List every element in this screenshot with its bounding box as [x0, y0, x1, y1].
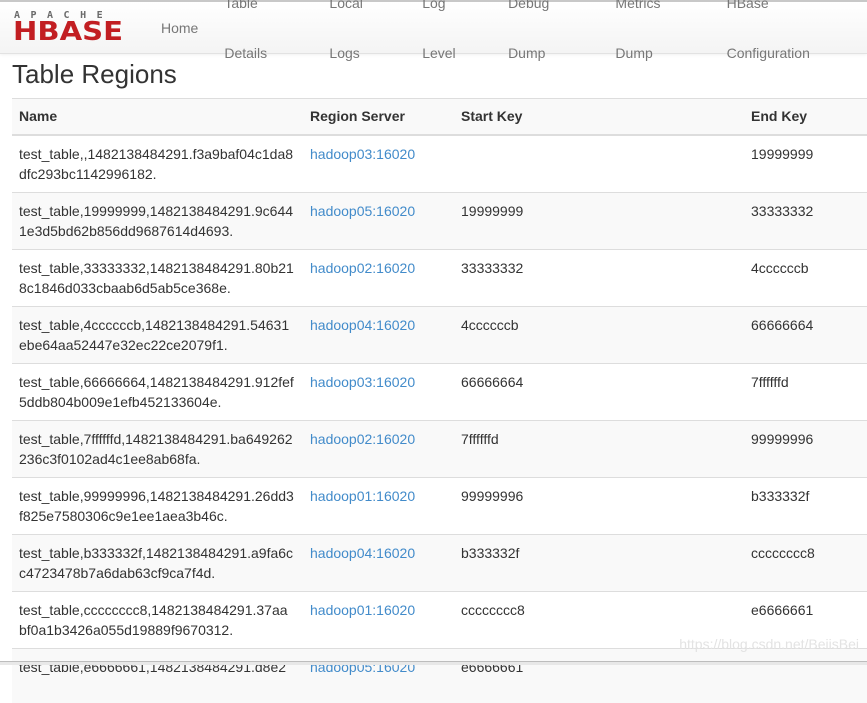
nav-local-logs[interactable]: Local Logs — [316, 0, 409, 78]
nav-log-level[interactable]: Log Level — [409, 0, 495, 78]
table-row: test_table,19999999,1482138484291.9c6441… — [12, 192, 867, 249]
table-row: test_table,,1482138484291.f3a9baf04c1da8… — [12, 135, 867, 193]
table-row: test_table,99999996,1482138484291.26dd3f… — [12, 477, 867, 534]
table-row: test_table,cccccccc8,1482138484291.37aab… — [12, 591, 867, 648]
start-key: 33333332 — [454, 249, 744, 306]
region-server-cell: hadoop05:16020 — [303, 192, 454, 249]
start-key: 99999996 — [454, 477, 744, 534]
end-key: 99999996 — [744, 420, 867, 477]
nav-debug-dump[interactable]: Debug Dump — [495, 0, 602, 78]
region-server-link[interactable]: hadoop05:16020 — [310, 203, 415, 219]
end-key: cccccccc8 — [744, 534, 867, 591]
end-key: 4ccccccb — [744, 249, 867, 306]
end-key: 33333332 — [744, 192, 867, 249]
nav-metrics-dump[interactable]: Metrics Dump — [602, 0, 713, 78]
region-server-link[interactable]: hadoop01:16020 — [310, 602, 415, 618]
region-name: test_table,cccccccc8,1482138484291.37aab… — [12, 591, 303, 648]
table-header-row: Name Region Server Start Key End Key — [12, 99, 867, 135]
start-key — [454, 135, 744, 193]
nav-menu: Home Table Details Local Logs Log Level … — [148, 2, 867, 54]
region-server-cell: hadoop01:16020 — [303, 591, 454, 648]
region-name: test_table,e6666661,1482138484291.d8e2 — [12, 648, 303, 703]
column-header-name: Name — [12, 99, 303, 135]
regions-table-body: test_table,,1482138484291.f3a9baf04c1da8… — [12, 135, 867, 703]
start-key: 4ccccccb — [454, 306, 744, 363]
region-server-link[interactable]: hadoop04:16020 — [310, 317, 415, 333]
table-row: test_table,4ccccccb,1482138484291.54631e… — [12, 306, 867, 363]
region-server-cell: hadoop05:16020 — [303, 648, 454, 703]
start-key: 66666664 — [454, 363, 744, 420]
end-key: 7ffffffd — [744, 363, 867, 420]
table-row: test_table,66666664,1482138484291.912fef… — [12, 363, 867, 420]
end-key: 66666664 — [744, 306, 867, 363]
region-name: test_table,66666664,1482138484291.912fef… — [12, 363, 303, 420]
end-key: e6666661 — [744, 591, 867, 648]
nav-hbase-configuration[interactable]: HBase Configuration — [714, 0, 867, 78]
region-server-cell: hadoop01:16020 — [303, 477, 454, 534]
table-row: test_table,33333332,1482138484291.80b218… — [12, 249, 867, 306]
page-title: Table Regions — [12, 57, 177, 91]
region-server-link[interactable]: hadoop02:16020 — [310, 431, 415, 447]
region-server-link[interactable]: hadoop03:16020 — [310, 146, 415, 162]
column-header-start-key: Start Key — [454, 99, 744, 135]
region-name: test_table,99999996,1482138484291.26dd3f… — [12, 477, 303, 534]
region-name: test_table,7ffffffd,1482138484291.ba6492… — [12, 420, 303, 477]
hbase-logo[interactable]: APACHE HBASE — [13, 10, 135, 44]
nav-home[interactable]: Home — [148, 3, 211, 53]
start-key: e6666661 — [454, 648, 744, 703]
region-server-cell: hadoop04:16020 — [303, 306, 454, 363]
table-row: test_table,b333332f,1482138484291.a9fa6c… — [12, 534, 867, 591]
column-header-end-key: End Key — [744, 99, 867, 135]
end-key: 19999999 — [744, 135, 867, 193]
region-server-link[interactable]: hadoop03:16020 — [310, 374, 415, 390]
window-bottom-edge — [0, 661, 867, 665]
region-server-link[interactable]: hadoop04:16020 — [310, 545, 415, 561]
region-server-link[interactable]: hadoop02:16020 — [310, 260, 415, 276]
region-server-link[interactable]: hadoop01:16020 — [310, 488, 415, 504]
table-row: test_table,7ffffffd,1482138484291.ba6492… — [12, 420, 867, 477]
start-key: b333332f — [454, 534, 744, 591]
logo-hbase-text: HBASE — [13, 19, 123, 45]
end-key: b333332f — [744, 477, 867, 534]
region-server-cell: hadoop03:16020 — [303, 135, 454, 193]
nav-table-details[interactable]: Table Details — [211, 0, 316, 78]
region-server-cell: hadoop03:16020 — [303, 363, 454, 420]
region-name: test_table,b333332f,1482138484291.a9fa6c… — [12, 534, 303, 591]
region-name: test_table,4ccccccb,1482138484291.54631e… — [12, 306, 303, 363]
region-server-cell: hadoop02:16020 — [303, 249, 454, 306]
top-navbar: APACHE HBASE Home Table Details Local Lo… — [0, 0, 867, 54]
region-name: test_table,,1482138484291.f3a9baf04c1da8… — [12, 135, 303, 193]
region-name: test_table,33333332,1482138484291.80b218… — [12, 249, 303, 306]
start-key: cccccccc8 — [454, 591, 744, 648]
column-header-region-server: Region Server — [303, 99, 454, 135]
region-server-cell: hadoop02:16020 — [303, 420, 454, 477]
table-row: test_table,e6666661,1482138484291.d8e2 h… — [12, 648, 867, 703]
start-key: 19999999 — [454, 192, 744, 249]
start-key: 7ffffffd — [454, 420, 744, 477]
end-key — [744, 648, 867, 703]
region-server-cell: hadoop04:16020 — [303, 534, 454, 591]
region-name: test_table,19999999,1482138484291.9c6441… — [12, 192, 303, 249]
regions-table: Name Region Server Start Key End Key tes… — [12, 98, 867, 703]
